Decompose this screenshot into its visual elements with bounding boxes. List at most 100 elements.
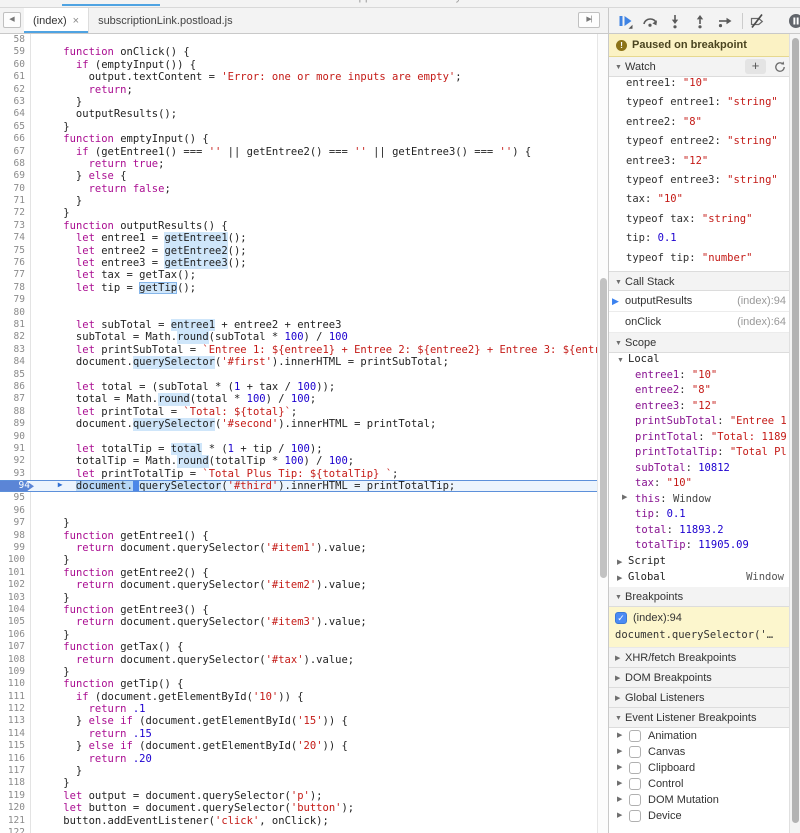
line-number[interactable]: 81 (0, 319, 29, 331)
scope-variable-row[interactable]: tax: "10" (609, 477, 800, 493)
line-number[interactable]: 116 (0, 753, 29, 765)
line-number[interactable]: 101 (0, 567, 29, 579)
line-number[interactable]: 72 (0, 207, 29, 219)
line-number[interactable]: 113 (0, 715, 29, 727)
scope-group-script[interactable]: ▶Script (609, 555, 800, 571)
section-header-xhr-fetch-breakpoints[interactable]: ▶XHR/fetch Breakpoints (609, 648, 800, 668)
scope-variable-row[interactable]: subTotal: 10812 (609, 462, 800, 478)
line-number[interactable]: 88 (0, 406, 29, 418)
event-category-checkbox[interactable] (629, 810, 641, 822)
step-icon[interactable] (717, 13, 733, 29)
section-header-dom-breakpoints[interactable]: ▶DOM Breakpoints (609, 668, 800, 688)
code-line-text[interactable]: document.querySelector('#first').innerHT… (38, 356, 597, 368)
line-number[interactable]: 93 (0, 468, 29, 480)
code-line-text[interactable]: } (38, 765, 597, 777)
code-line-text[interactable]: return .15 (38, 728, 597, 740)
line-number[interactable]: 58 (0, 34, 29, 46)
line-number[interactable]: 61 (0, 71, 29, 83)
line-number[interactable]: 94 (0, 480, 34, 492)
code-line-text[interactable]: return; (38, 84, 597, 96)
line-number[interactable]: 86 (0, 381, 29, 393)
line-number[interactable]: 118 (0, 777, 29, 789)
code-line-text[interactable] (38, 431, 597, 443)
code-line-text[interactable]: function onClick() { (38, 46, 597, 58)
line-number[interactable]: 102 (0, 579, 29, 591)
event-listener-breakpoints-header[interactable]: ▼Event Listener Breakpoints (609, 708, 800, 728)
editor-scrollbar[interactable] (597, 34, 608, 833)
scope-variable-row[interactable]: totalTip: 11905.09 (609, 539, 800, 555)
code-line-text[interactable] (38, 307, 597, 319)
code-line-text[interactable]: outputResults(); (38, 108, 597, 120)
tab-nav-back-button[interactable]: ◀ (3, 12, 21, 28)
scope-group-global[interactable]: ▶GlobalWindow (609, 571, 800, 587)
line-number[interactable]: 71 (0, 195, 29, 207)
line-number[interactable]: 115 (0, 740, 29, 752)
watch-expression-row[interactable]: entree3: "12" (609, 155, 800, 174)
line-number[interactable]: 64 (0, 108, 29, 120)
line-number[interactable]: 87 (0, 393, 29, 405)
watch-expression-row[interactable]: typeof tip: "number" (609, 252, 800, 271)
line-number[interactable]: 111 (0, 691, 29, 703)
line-number[interactable]: 108 (0, 654, 29, 666)
event-category-row[interactable]: ▶Control (609, 776, 800, 792)
line-number[interactable]: 99 (0, 542, 29, 554)
line-number[interactable]: 120 (0, 802, 29, 814)
frame-location[interactable]: (index):64 (737, 312, 786, 332)
tab-subscriptionlink[interactable]: subscriptionLink.postload.js (89, 8, 242, 33)
scope-variable-row[interactable]: printTotal: "Total: 1189 (609, 431, 800, 447)
code-line-text[interactable]: } (38, 777, 597, 789)
code-line-text[interactable]: if (emptyInput()) { (38, 59, 597, 71)
event-category-checkbox[interactable] (629, 762, 641, 774)
code-line-text[interactable]: totalTip = Math.round(totalTip * 100) / … (38, 455, 597, 467)
close-icon[interactable]: × (73, 15, 79, 27)
call-stack-frame[interactable]: onClick(index):64 (609, 312, 800, 333)
line-number[interactable]: 104 (0, 604, 29, 616)
watch-expression-row[interactable]: tax: "10" (609, 193, 800, 212)
line-number[interactable]: 79 (0, 294, 29, 306)
editor-scrollbar-thumb[interactable] (600, 278, 607, 578)
code-line-text[interactable]: } else if (document.getElementById('15')… (38, 715, 597, 727)
watch-expression-row[interactable]: tip: 0.1 (609, 232, 800, 251)
line-number[interactable]: 105 (0, 616, 29, 628)
code-line-text[interactable]: let entree1 = getEntree1(); (38, 232, 597, 244)
scope-variable-row[interactable]: entree3: "12" (609, 400, 800, 416)
code-line-text[interactable]: let button = document.querySelector('but… (38, 802, 597, 814)
watch-expression-row[interactable]: entree2: "8" (609, 116, 800, 135)
code-line-text[interactable]: return document.querySelector('#item1').… (38, 542, 597, 554)
watch-expression-row[interactable]: typeof tax: "string" (609, 213, 800, 232)
line-number[interactable]: 70 (0, 183, 29, 195)
line-number[interactable]: 74 (0, 232, 29, 244)
line-number[interactable]: 76 (0, 257, 29, 269)
line-number[interactable]: 68 (0, 158, 29, 170)
code-line-text[interactable]: total = Math.round(total * 100) / 100; (38, 393, 597, 405)
scope-section-header[interactable]: ▼Scope (609, 333, 800, 353)
watch-expression-row[interactable]: typeof entree3: "string" (609, 174, 800, 193)
line-number[interactable]: 122 (0, 827, 29, 833)
scope-group-local[interactable]: ▼Local (609, 353, 800, 369)
code-line-text[interactable] (38, 34, 597, 46)
code-line-text[interactable]: output.textContent = 'Error: one or more… (38, 71, 597, 83)
line-number[interactable]: 82 (0, 331, 29, 343)
line-number[interactable]: 80 (0, 307, 29, 319)
resume-icon[interactable] (617, 13, 633, 29)
code-line-text[interactable]: let tip = getTip(); (38, 282, 597, 294)
code-line-text[interactable]: let total = (subTotal * (1 + tax / 100))… (38, 381, 597, 393)
code-line-text[interactable]: return true; (38, 158, 597, 170)
code-line-text[interactable] (38, 294, 597, 306)
code-line-text[interactable]: subTotal = Math.round(subTotal * 100) / … (38, 331, 597, 343)
line-number[interactable]: 66 (0, 133, 29, 145)
breakpoint-checkbox[interactable]: ✓ (615, 612, 627, 624)
event-category-checkbox[interactable] (629, 746, 641, 758)
line-number[interactable]: 62 (0, 84, 29, 96)
line-number[interactable]: 119 (0, 790, 29, 802)
watch-expression-row[interactable]: typeof entree1: "string" (609, 96, 800, 115)
code-line-text[interactable]: ▶ document. querySelector('#third').inne… (38, 480, 597, 492)
code-line-text[interactable]: let entree3 = getEntree3(); (38, 257, 597, 269)
code-line-text[interactable]: let subTotal = entree1 + entree2 + entre… (38, 319, 597, 331)
event-category-row[interactable]: ▶Device (609, 808, 800, 824)
event-category-checkbox[interactable] (629, 794, 641, 806)
code-line-text[interactable]: } (38, 517, 597, 529)
event-category-row[interactable]: ▶Animation (609, 728, 800, 744)
line-number[interactable]: 110 (0, 678, 29, 690)
line-number[interactable]: 103 (0, 592, 29, 604)
